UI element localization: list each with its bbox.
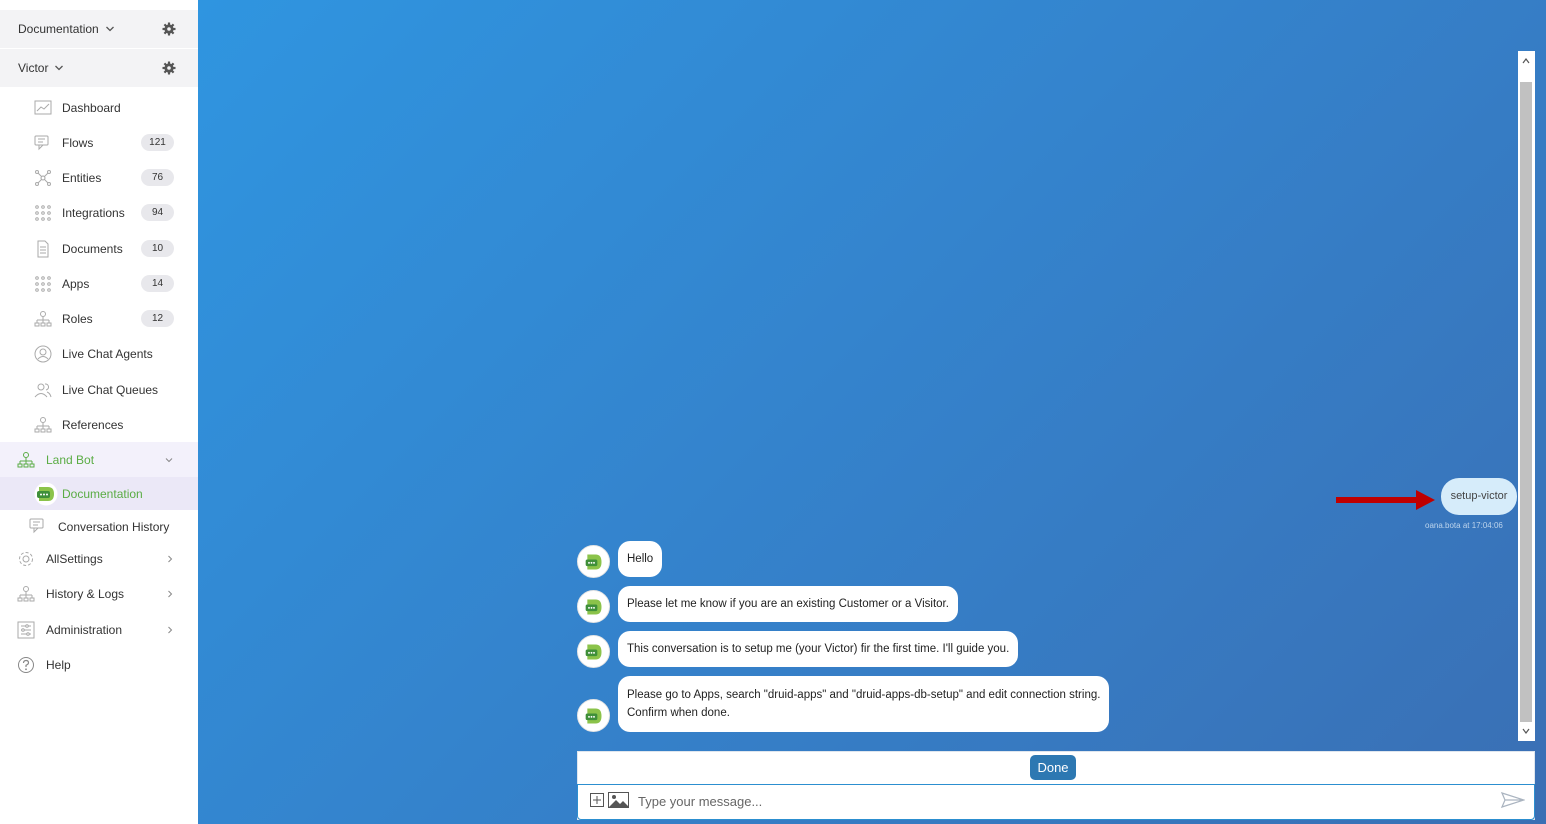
sidebar-item-label: Live Chat Agents	[62, 346, 153, 361]
gear-icon[interactable]	[162, 22, 176, 36]
hierarchy-icon	[17, 586, 35, 602]
document-icon	[37, 240, 49, 258]
workspace-selector[interactable]: Documentation	[0, 10, 198, 48]
count-badge: 76	[141, 169, 174, 186]
bot-avatar-icon	[585, 554, 602, 570]
chevron-right-icon	[168, 626, 173, 634]
sidebar-item-conversation-history[interactable]: Conversation History	[0, 509, 198, 544]
bot-avatar-icon	[585, 708, 602, 724]
bot-avatar	[577, 635, 610, 668]
sidebar-item-label: Entities	[62, 170, 102, 185]
sidebar-item-help[interactable]: Help	[0, 647, 198, 682]
scroll-up-icon[interactable]	[1521, 56, 1531, 66]
chevron-right-icon	[168, 590, 173, 598]
sidebar-item-roles[interactable]: Roles 12	[0, 301, 198, 336]
bot-selector[interactable]: Victor	[0, 49, 198, 87]
bot-avatar-icon	[585, 644, 602, 660]
hierarchy-icon	[17, 452, 35, 468]
bot-message-text: Confirm when done.	[627, 707, 730, 719]
sidebar-item-dashboard[interactable]: Dashboard	[0, 90, 198, 125]
sidebar-item-administration[interactable]: Administration	[0, 612, 198, 647]
sidebar-item-label: Documentation	[62, 486, 143, 501]
user-circle-icon	[34, 345, 52, 363]
count-badge: 14	[141, 275, 174, 292]
message-input[interactable]	[638, 791, 1478, 811]
sidebar-item-land-bot[interactable]: Land Bot	[0, 442, 198, 477]
chevron-down-icon	[55, 65, 64, 71]
bot-avatar	[577, 699, 610, 732]
sidebar-item-live-chat-agents[interactable]: Live Chat Agents	[0, 336, 198, 371]
sidebar-item-flows[interactable]: Flows 121	[0, 125, 198, 160]
sidebar-item-label: Dashboard	[62, 100, 121, 115]
sidebar-item-documentation[interactable]: Documentation	[0, 477, 198, 510]
chat-history-icon	[29, 518, 44, 534]
hierarchy-icon	[34, 311, 52, 327]
bot-avatar-icon	[34, 482, 58, 506]
quick-reply-done-button[interactable]: Done	[1030, 755, 1076, 780]
gear-icon[interactable]	[162, 61, 176, 75]
sidebar-item-label: Apps	[62, 276, 90, 291]
sidebar-item-documents[interactable]: Documents 10	[0, 231, 198, 266]
sidebar: Documentation Victor Dashboard Flows 121…	[0, 0, 198, 824]
chevron-down-icon	[105, 26, 114, 32]
sidebar-item-apps[interactable]: Apps 14	[0, 266, 198, 301]
sidebar-item-label: References	[62, 417, 124, 432]
sidebar-item-entities[interactable]: Entities 76	[0, 160, 198, 195]
message-timestamp: oana.bota at 17:04:06	[1425, 521, 1503, 530]
chevron-down-icon	[165, 458, 173, 463]
grid-dots-icon	[35, 276, 51, 292]
sidebar-item-label: Integrations	[62, 205, 125, 220]
chevron-right-icon	[168, 555, 173, 563]
sidebar-item-label: AllSettings	[46, 551, 103, 566]
sidebar-item-label: Live Chat Queues	[62, 382, 159, 397]
grid-dots-icon	[35, 205, 51, 221]
sidebar-item-label: Administration	[46, 622, 123, 637]
sidebar-item-label: Land Bot	[46, 452, 95, 467]
send-icon[interactable]	[1501, 792, 1525, 808]
workspace-selector-label: Documentation	[18, 22, 99, 36]
sidebar-item-allsettings[interactable]: AllSettings	[0, 541, 198, 576]
chart-line-icon	[34, 100, 52, 115]
sidebar-item-label: History & Logs	[46, 586, 125, 601]
annotation-arrow-icon	[1336, 490, 1435, 510]
bot-message-bubble: Please let me know if you are an existin…	[618, 586, 958, 622]
bot-avatar	[577, 545, 610, 578]
sidebar-item-label: Flows	[62, 135, 94, 150]
sidebar-item-label: Conversation History	[58, 519, 170, 534]
bot-message-text: Hello	[627, 553, 654, 565]
bot-selector-label: Victor	[18, 61, 49, 75]
gear-outline-icon	[19, 552, 33, 566]
image-icon[interactable]	[608, 792, 629, 808]
add-attachment-icon[interactable]	[590, 793, 604, 807]
count-badge: 94	[141, 204, 174, 221]
count-badge: 12	[141, 310, 174, 327]
chat-scrollbar-thumb[interactable]	[1520, 82, 1532, 722]
user-message-bubble: setup-victor	[1441, 478, 1517, 515]
bot-message-bubble: This conversation is to setup me (your V…	[618, 631, 1019, 667]
hierarchy-icon	[34, 417, 52, 433]
help-icon	[18, 657, 34, 673]
sidebar-item-integrations[interactable]: Integrations 94	[0, 195, 198, 230]
scroll-down-icon[interactable]	[1521, 726, 1531, 736]
sidebar-item-label: Documents	[62, 241, 123, 256]
count-badge: 121	[141, 134, 174, 151]
bot-message-text: This conversation is to setup me (your V…	[627, 643, 1010, 655]
bot-message-text: Please let me know if you are an existin…	[627, 598, 949, 610]
sidebar-item-history-logs[interactable]: History & Logs	[0, 576, 198, 611]
sidebar-item-live-chat-queues[interactable]: Live Chat Queues	[0, 372, 198, 407]
bot-avatar-icon	[585, 599, 602, 615]
bot-message-bubble: Hello	[618, 541, 663, 577]
admin-panel-icon	[17, 621, 35, 639]
count-badge: 10	[141, 240, 174, 257]
users-queue-icon	[34, 383, 52, 398]
sidebar-item-label: Roles	[62, 311, 93, 326]
chat-flow-icon	[34, 135, 49, 151]
network-icon	[35, 170, 51, 186]
bot-message-text: Please go to Apps, search "druid-apps" a…	[627, 689, 1101, 701]
sidebar-item-label: Help	[46, 657, 71, 672]
sidebar-item-references[interactable]: References	[0, 407, 198, 442]
bot-avatar	[577, 590, 610, 623]
bot-message-bubble: Please go to Apps, search "druid-apps" a…	[618, 676, 1110, 732]
